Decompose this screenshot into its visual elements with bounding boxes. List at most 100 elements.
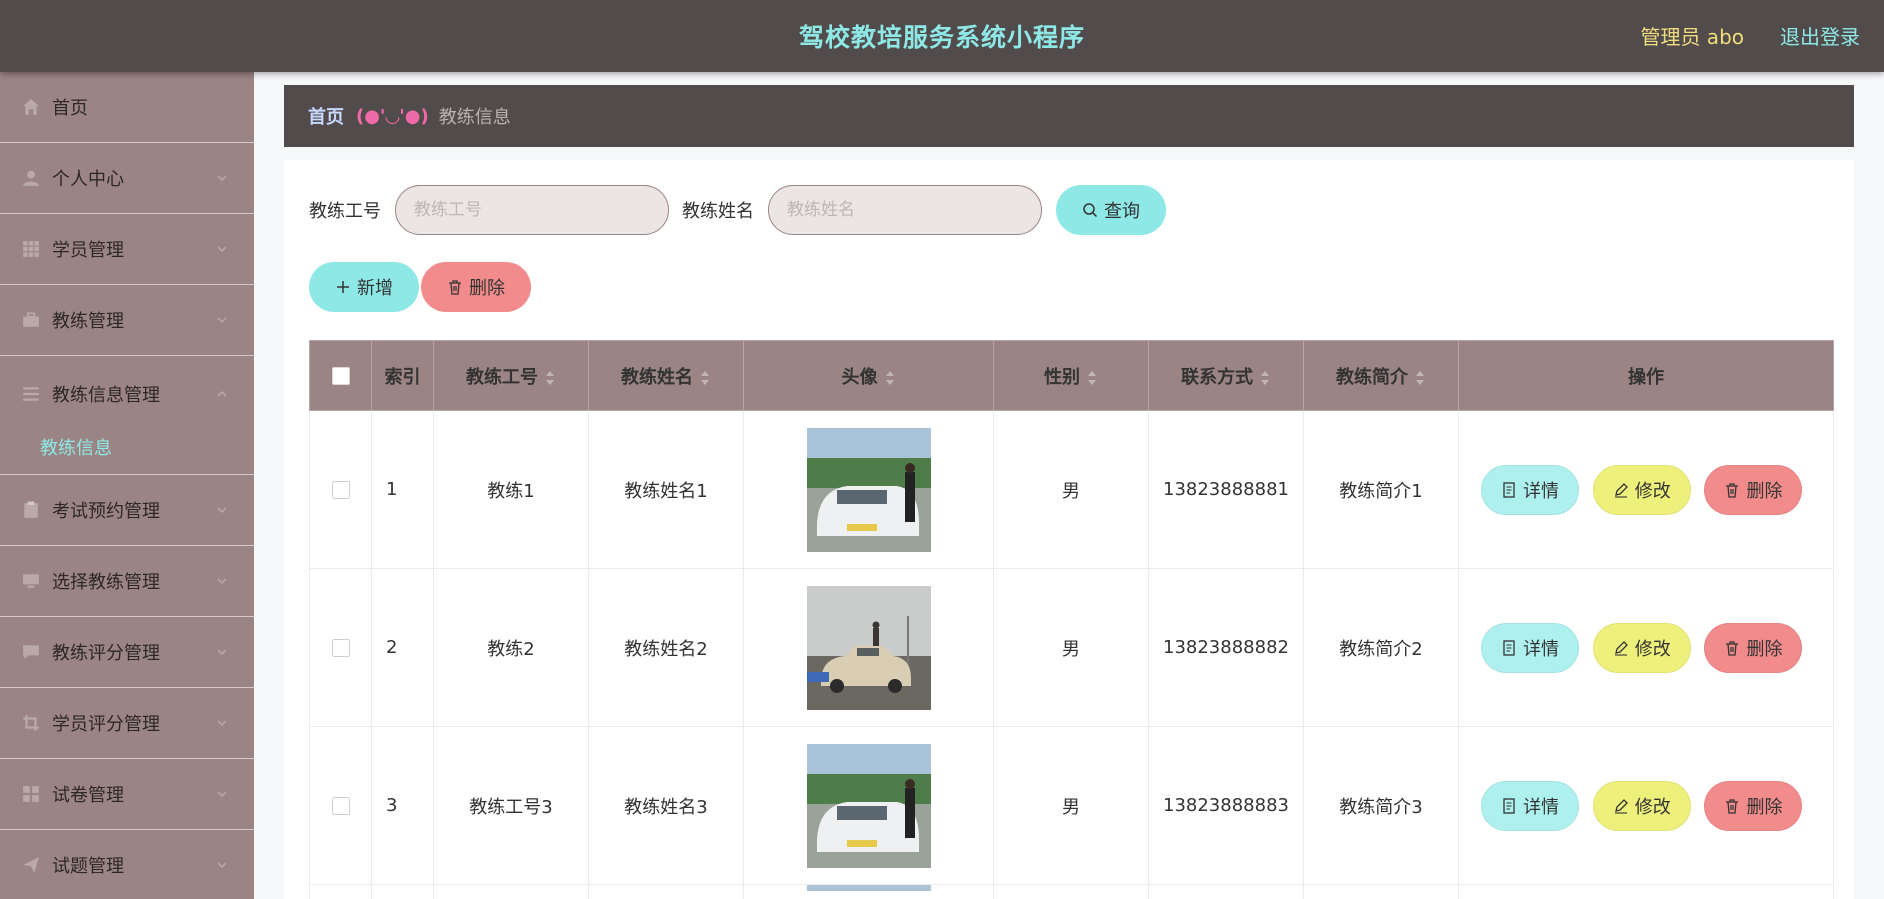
sidebar-item-coaches[interactable]: 教练管理 xyxy=(0,285,254,356)
col-coach-name[interactable]: 教练姓名 xyxy=(588,340,744,411)
table-row: 3 教练工号3 教练姓名3 男 13823888883 教练简介3 详情 修改 … xyxy=(309,726,1834,885)
sidebar-item-choose-coach[interactable]: 选择教练管理 xyxy=(0,546,254,617)
chevron-down-icon xyxy=(217,791,227,798)
coach-avatar-image[interactable] xyxy=(806,427,931,552)
sort-icon xyxy=(546,370,554,385)
col-actions: 操作 xyxy=(1458,340,1834,411)
sidebar-item-questions[interactable]: 试题管理 xyxy=(0,830,254,899)
sidebar-item-label: 教练信息管理 xyxy=(52,385,160,406)
select-all-cell xyxy=(309,340,372,411)
sort-icon xyxy=(1261,370,1269,385)
row-coach-name: 教练姓名2 xyxy=(588,568,744,727)
coach-avatar-image[interactable] xyxy=(806,585,931,710)
edit-button-label: 修改 xyxy=(1634,796,1671,818)
coach-table: 索引 教练工号 教练姓名 头像 性别 联系方式 教练简介 操作 1 教练1 教练… xyxy=(309,340,1834,899)
sidebar-item-coach-info-management[interactable]: 教练信息管理 xyxy=(0,356,254,432)
document-icon xyxy=(1503,797,1515,814)
edit-button[interactable]: 修改 xyxy=(1592,780,1691,831)
coach-avatar-image[interactable] xyxy=(806,743,931,868)
coach-id-input[interactable] xyxy=(395,185,669,235)
detail-button[interactable]: 详情 xyxy=(1481,464,1579,515)
sidebar-item-label: 试题管理 xyxy=(52,856,124,877)
row-index: 2 xyxy=(371,568,434,727)
table-header-row: 索引 教练工号 教练姓名 头像 性别 联系方式 教练简介 操作 xyxy=(309,340,1834,411)
sidebar-item-label: 试卷管理 xyxy=(52,785,124,806)
row-gender: 男 xyxy=(993,726,1149,885)
add-button[interactable]: 新增 xyxy=(309,262,419,312)
sidebar-item-home[interactable]: 首页 xyxy=(0,72,254,143)
breadcrumb-separator: (●'◡'●) xyxy=(356,105,429,127)
edit-button[interactable]: 修改 xyxy=(1592,622,1691,673)
col-gender-label: 性别 xyxy=(1044,366,1080,388)
coach-name-input[interactable] xyxy=(768,185,1042,235)
sidebar-item-papers[interactable]: 试卷管理 xyxy=(0,759,254,830)
detail-button[interactable]: 详情 xyxy=(1481,622,1579,673)
detail-button-label: 详情 xyxy=(1523,480,1559,502)
col-index: 索引 xyxy=(371,340,434,411)
sidebar-item-profile[interactable]: 个人中心 xyxy=(0,143,254,214)
select-all-checkbox[interactable] xyxy=(331,367,350,385)
breadcrumb: 首页 (●'◡'●) 教练信息 xyxy=(284,85,1854,147)
content-panel: 教练工号 教练姓名 查询 新增 删除 索引 xyxy=(284,160,1854,899)
coach-avatar-image[interactable] xyxy=(806,884,931,891)
edit-button-label: 修改 xyxy=(1634,480,1671,502)
row-coach-name: 教练姓名3 xyxy=(588,726,744,885)
row-checkbox[interactable] xyxy=(331,481,350,499)
batch-delete-button-label: 删除 xyxy=(469,278,505,299)
delete-button-label: 删除 xyxy=(1746,796,1783,818)
sidebar-item-coach-rating[interactable]: 教练评分管理 xyxy=(0,617,254,688)
coach-id-label: 教练工号 xyxy=(309,201,381,222)
sidebar-item-label: 个人中心 xyxy=(52,169,124,190)
breadcrumb-home[interactable]: 首页 xyxy=(308,103,344,129)
sidebar-item-label: 选择教练管理 xyxy=(52,572,160,593)
query-button[interactable]: 查询 xyxy=(1056,185,1166,235)
search-form: 教练工号 教练姓名 查询 xyxy=(309,185,1166,235)
row-intro: 教练简介2 xyxy=(1303,568,1459,727)
apps-icon xyxy=(22,785,40,803)
sidebar-item-exam-booking[interactable]: 考试预约管理 xyxy=(0,475,254,546)
row-select-cell xyxy=(309,410,372,569)
col-phone[interactable]: 联系方式 xyxy=(1148,340,1304,411)
logout-link[interactable]: 退出登录 xyxy=(1780,21,1860,50)
col-avatar[interactable]: 头像 xyxy=(743,340,994,411)
row-avatar-cell xyxy=(743,726,994,885)
row-checkbox[interactable] xyxy=(331,797,350,815)
delete-button[interactable]: 删除 xyxy=(1704,622,1803,673)
briefcase-icon xyxy=(22,311,40,329)
table-row xyxy=(309,884,1834,899)
row-coach-name: 教练姓名1 xyxy=(588,410,744,569)
main-area: 首页 (●'◡'●) 教练信息 教练工号 教练姓名 查询 新增 删除 xyxy=(254,72,1884,899)
row-phone: 13823888882 xyxy=(1148,568,1304,727)
col-intro[interactable]: 教练简介 xyxy=(1303,340,1459,411)
row-coach-id: 教练2 xyxy=(433,568,589,727)
chat-icon xyxy=(22,643,40,661)
trash-icon xyxy=(449,280,461,295)
sort-icon xyxy=(1416,370,1424,385)
edit-button[interactable]: 修改 xyxy=(1592,464,1691,515)
col-gender[interactable]: 性别 xyxy=(993,340,1149,411)
delete-button[interactable]: 删除 xyxy=(1704,464,1803,515)
trash-icon xyxy=(1726,482,1739,498)
delete-button-label: 删除 xyxy=(1746,638,1783,660)
sidebar-group-coach-info: 教练信息管理 教练信息 xyxy=(0,356,254,475)
sidebar-item-students[interactable]: 学员管理 xyxy=(0,214,254,285)
col-coach-id[interactable]: 教练工号 xyxy=(433,340,589,411)
row-phone: 13823888881 xyxy=(1148,410,1304,569)
delete-button[interactable]: 删除 xyxy=(1704,780,1803,831)
add-button-label: 新增 xyxy=(357,278,393,299)
chevron-up-icon xyxy=(217,390,227,397)
detail-button[interactable]: 详情 xyxy=(1481,780,1579,831)
edit-icon xyxy=(1614,482,1628,498)
sort-icon xyxy=(701,370,709,385)
col-intro-label: 教练简介 xyxy=(1336,366,1408,388)
row-checkbox[interactable] xyxy=(331,639,350,657)
admin-label: 管理员 abo xyxy=(1640,25,1744,49)
batch-delete-button[interactable]: 删除 xyxy=(421,262,531,312)
sidebar: 首页 个人中心 学员管理 教练管理 教练信息管理 教练信息 考试预约管理 选择教… xyxy=(0,72,254,899)
row-intro: 教练简介3 xyxy=(1303,726,1459,885)
sidebar-item-student-rating[interactable]: 学员评分管理 xyxy=(0,688,254,759)
trash-icon xyxy=(1726,640,1739,656)
chevron-down-icon xyxy=(217,246,227,253)
plus-icon xyxy=(337,281,349,293)
col-avatar-label: 头像 xyxy=(841,366,878,388)
